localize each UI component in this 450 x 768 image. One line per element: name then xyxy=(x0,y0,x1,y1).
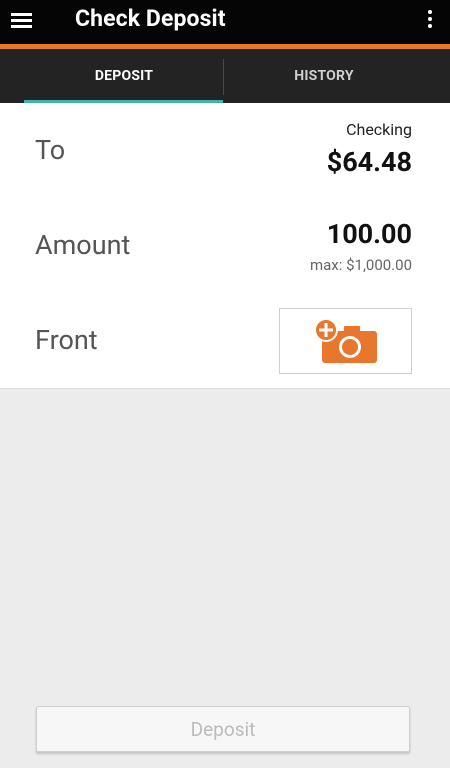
account-name: Checking xyxy=(346,120,412,139)
deposit-button[interactable]: Deposit xyxy=(36,706,410,752)
amount-label: Amount xyxy=(35,229,131,261)
account-balance: $64.48 xyxy=(326,146,412,178)
to-label: To xyxy=(35,134,66,166)
amount-max-limit: max: $1,000.00 xyxy=(309,256,412,274)
tab-deposit[interactable]: DEPOSIT xyxy=(24,49,224,103)
to-account-row[interactable]: To Checking $64.48 xyxy=(0,103,450,199)
hamburger-menu-icon[interactable] xyxy=(10,9,34,33)
front-image-row: Front xyxy=(0,293,450,389)
tab-bar: DEPOSIT HISTORY xyxy=(0,49,450,103)
capture-front-button[interactable] xyxy=(279,308,412,374)
more-vertical-icon[interactable] xyxy=(424,9,436,33)
page-title: Check Deposit xyxy=(75,5,226,32)
amount-value[interactable]: 100.00 xyxy=(327,218,412,250)
app-bar: Check Deposit xyxy=(0,0,450,44)
tab-history[interactable]: HISTORY xyxy=(224,49,424,103)
front-label: Front xyxy=(35,324,98,356)
add-photo-camera-icon xyxy=(314,318,377,363)
amount-row[interactable]: Amount 100.00 max: $1,000.00 xyxy=(0,198,450,294)
